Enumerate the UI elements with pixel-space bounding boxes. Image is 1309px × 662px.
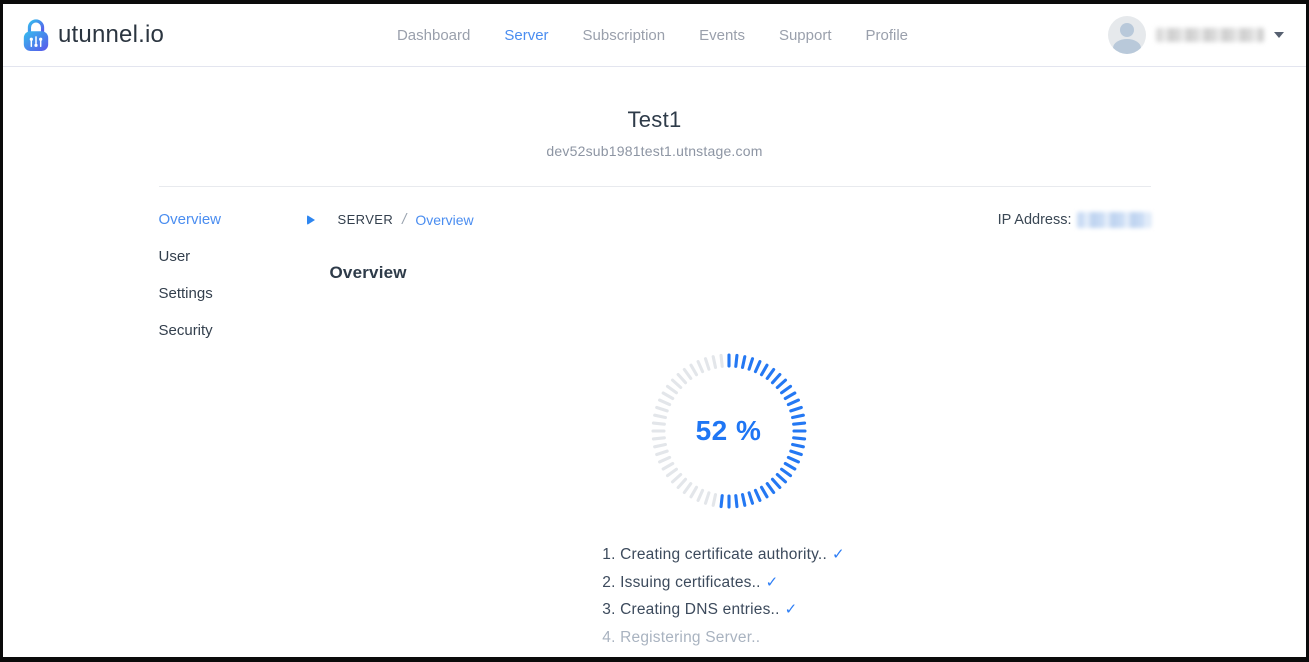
step-row: 4. Registering Server.. [602, 624, 844, 652]
provisioning-progress: 52 % 1. Creating certificate authority..… [307, 351, 1151, 651]
main-pane: SERVER / Overview IP Address: Overview 5… [307, 211, 1151, 651]
sidebar: Overview User Settings Security [159, 211, 307, 651]
main-nav: Dashboard Server Subscription Events Sup… [271, 27, 1034, 44]
check-icon: ✓ [785, 601, 798, 618]
nav-support[interactable]: Support [779, 27, 832, 44]
username-redacted [1156, 28, 1264, 42]
nav-events[interactable]: Events [699, 27, 745, 44]
avatar-head-shape [1120, 23, 1134, 37]
breadcrumb: SERVER / Overview IP Address: [307, 211, 1151, 228]
avatar [1108, 16, 1146, 54]
app-window: utunnel.io Dashboard Server Subscription… [0, 0, 1309, 662]
ip-value-redacted [1077, 212, 1151, 228]
user-menu[interactable] [1034, 16, 1284, 54]
ip-address-label: IP Address: [998, 212, 1072, 228]
nav-server[interactable]: Server [504, 27, 548, 44]
avatar-body-shape [1113, 39, 1141, 54]
sidebar-item-security[interactable]: Security [159, 322, 307, 339]
chevron-down-icon [1274, 32, 1284, 38]
server-name: Test1 [159, 107, 1151, 133]
step-row: 3. Creating DNS entries..✓ [602, 596, 844, 624]
server-header: Test1 dev52sub1981test1.utnstage.com [159, 67, 1151, 187]
step-row: 1. Creating certificate authority..✓ [602, 541, 844, 569]
ip-address: IP Address: [998, 212, 1151, 228]
logo-text: utunnel.io [58, 21, 164, 49]
check-icon: ✓ [766, 574, 779, 591]
nav-dashboard[interactable]: Dashboard [397, 27, 470, 44]
pane-heading: Overview [330, 263, 1151, 283]
nav-profile[interactable]: Profile [866, 27, 909, 44]
breadcrumb-page[interactable]: Overview [415, 212, 473, 228]
step-row: 2. Issuing certificates..✓ [602, 569, 844, 597]
check-icon: ✓ [832, 546, 845, 563]
logo[interactable]: utunnel.io [21, 18, 271, 52]
top-navbar: utunnel.io Dashboard Server Subscription… [3, 4, 1306, 67]
sidebar-collapse-arrow-icon[interactable] [307, 215, 315, 225]
nav-subscription[interactable]: Subscription [583, 27, 666, 44]
provisioning-steps: 1. Creating certificate authority..✓ 2. … [602, 541, 844, 651]
breadcrumb-section: SERVER [338, 212, 394, 227]
padlock-logo-icon [21, 18, 51, 52]
sidebar-item-overview[interactable]: Overview [159, 211, 307, 228]
server-domain: dev52sub1981test1.utnstage.com [159, 143, 1151, 159]
sidebar-item-user[interactable]: User [159, 248, 307, 265]
progress-percent: 52 % [649, 351, 809, 511]
sidebar-item-settings[interactable]: Settings [159, 285, 307, 302]
progress-ring: 52 % [649, 351, 809, 511]
breadcrumb-separator: / [402, 211, 406, 228]
